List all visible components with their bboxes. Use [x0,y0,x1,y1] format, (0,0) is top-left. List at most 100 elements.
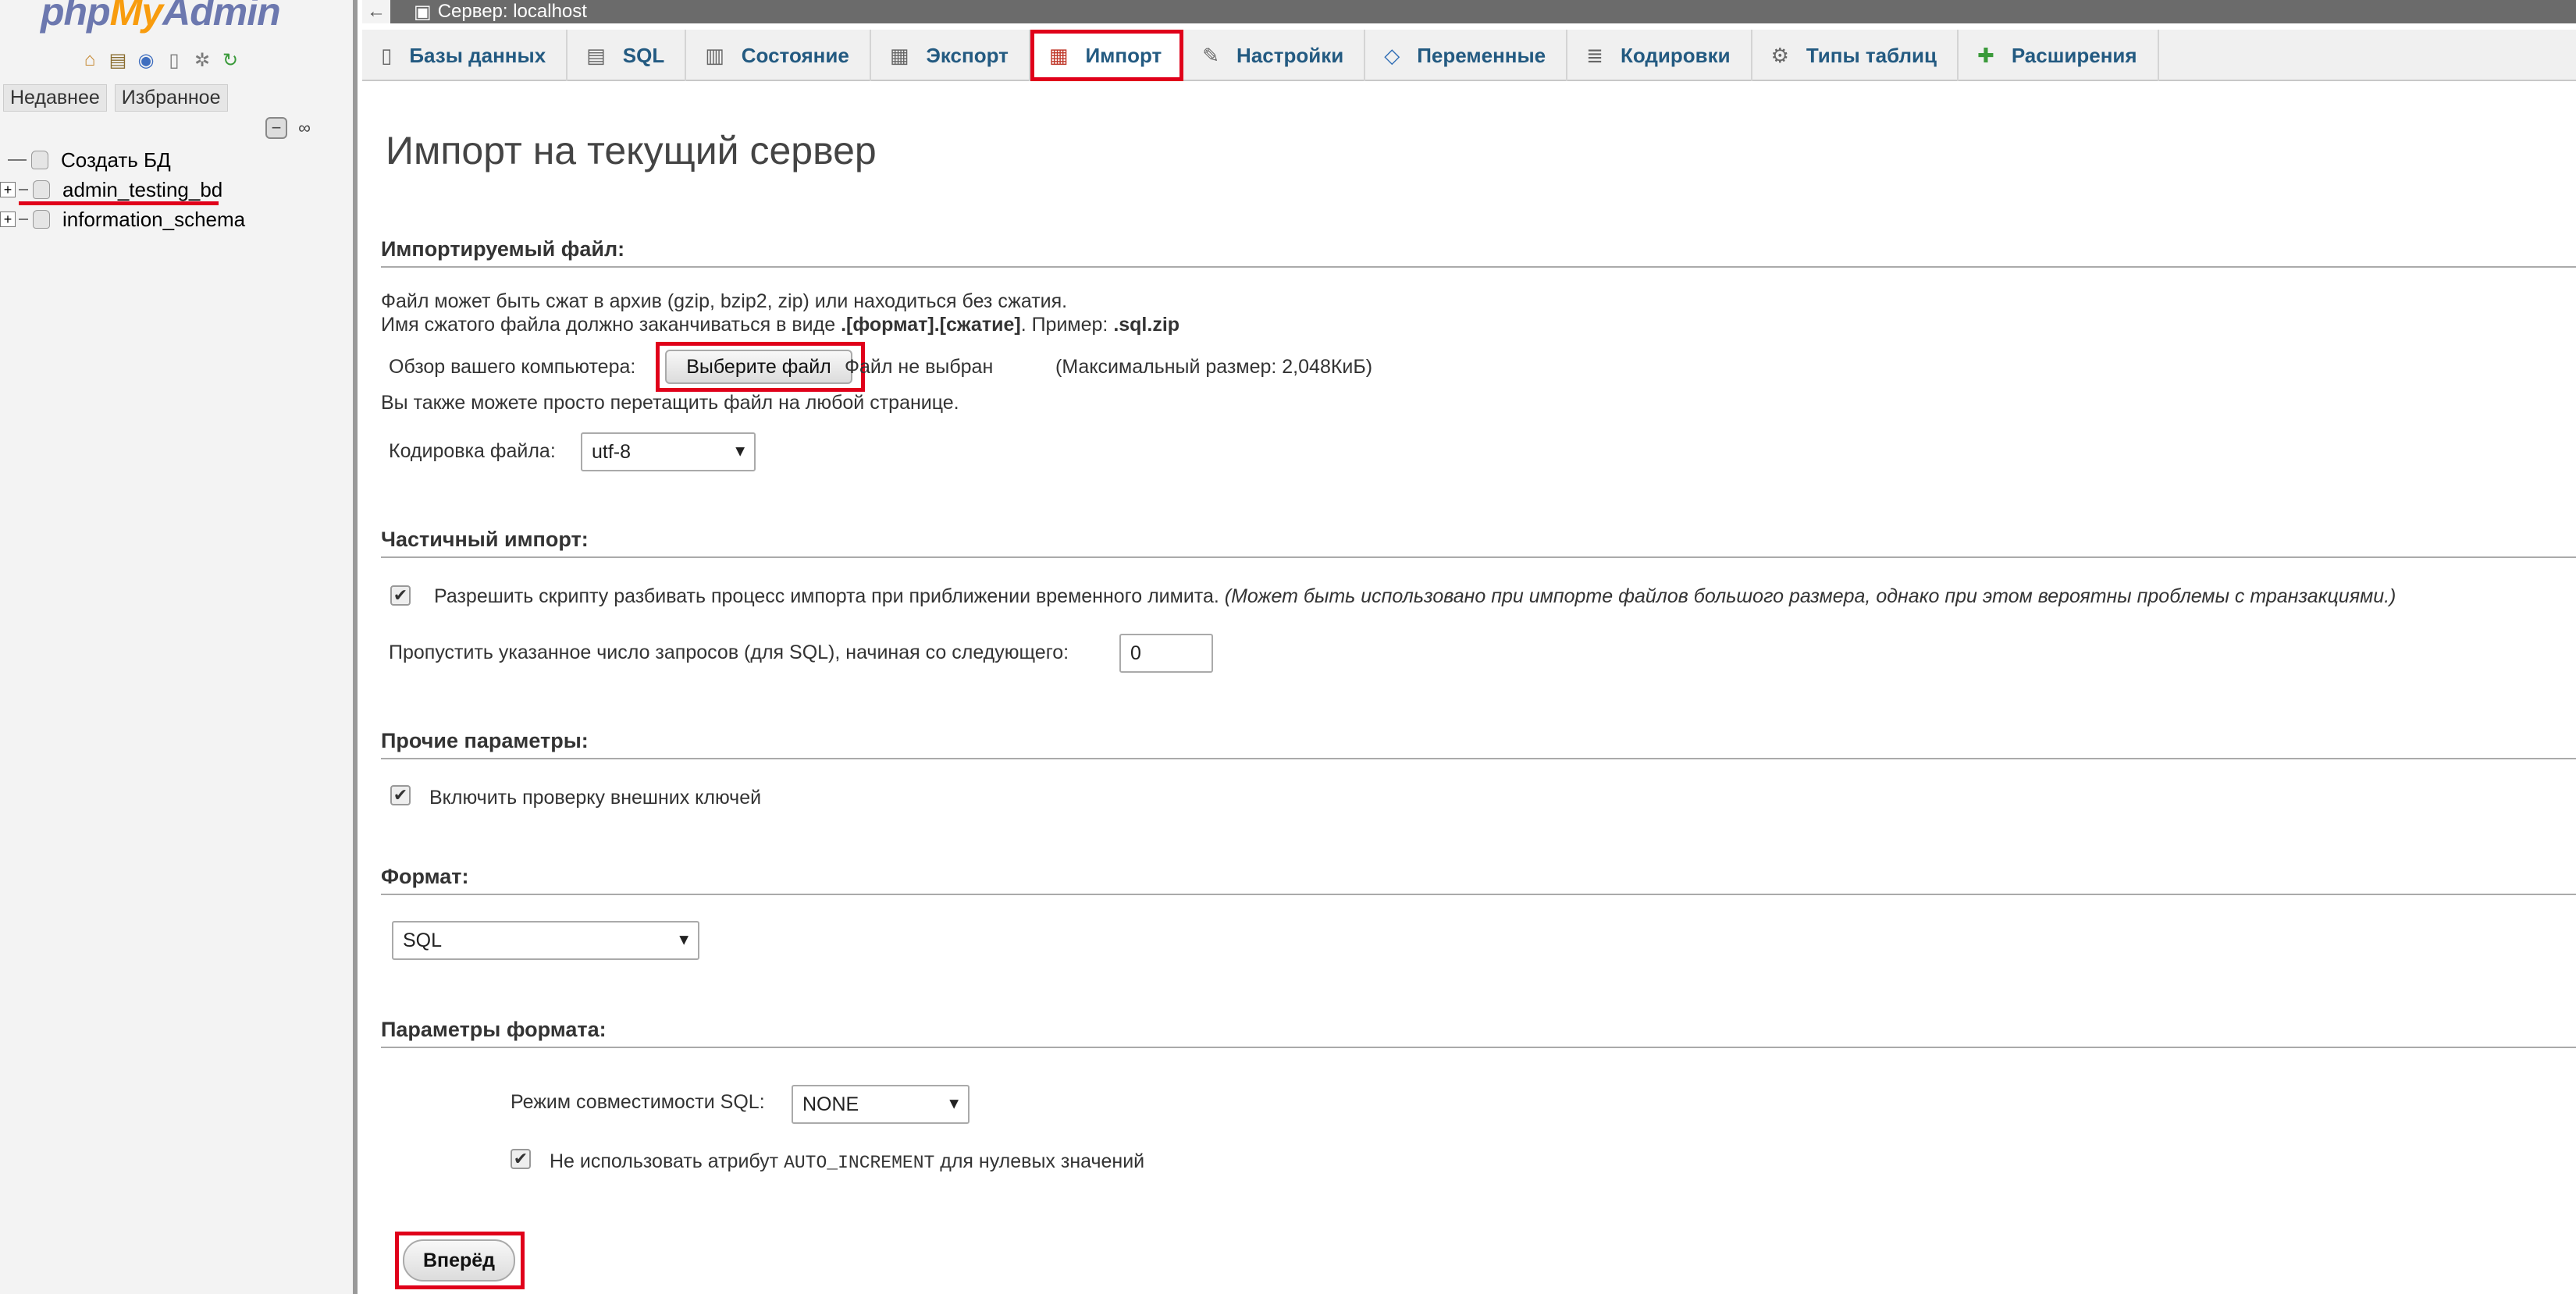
fk-checks-checkbox[interactable]: ✔ [390,785,411,805]
highlight-box [656,342,865,392]
hint-text: . Пример: [1020,314,1114,336]
collapse-all-icon[interactable]: − [265,117,287,139]
browse-label: Обзор вашего компьютера: [389,356,636,378]
format-selected-value: SQL [403,929,443,951]
reload-icon[interactable]: ↻ [219,48,242,72]
new-database-icon [31,151,48,169]
tab-label: Расширения [2011,43,2137,67]
sql-compat-label: Режим совместимости SQL: [511,1091,765,1113]
export-icon: ▦ [889,43,909,67]
tree-node-create-db[interactable]: Создать БД [0,145,245,175]
help-icon[interactable]: ◉ [134,48,158,72]
compression-hint: Файл может быть сжат в архив (gzip, bzip… [381,290,1068,312]
tab-import[interactable]: ▦ Импорт [1030,30,1184,81]
hint-text: Имя сжатого файла должно заканчиваться в… [381,314,841,336]
tab-charsets[interactable]: ≣ Кодировки [1567,30,1752,81]
compression-name-hint: Имя сжатого файла должно заканчиваться в… [381,314,1179,336]
charset-select[interactable]: utf-8 ▼ [581,432,756,471]
database-icon [33,210,50,229]
no-auto-value-on-zero-checkbox[interactable]: ✔ [511,1149,531,1169]
engines-icon: ⚙ [1770,43,1789,67]
tab-status[interactable]: ▥ Состояние [686,30,871,81]
navigation-panel: phpMyAdmin ⌂ ▤ ◉ ▯ ✲ ↻ Недавнее Избранно… [0,0,358,1294]
tab-databases[interactable]: ▯ Базы данных [362,30,568,81]
tab-engines[interactable]: ⚙ Типы таблиц [1752,30,1959,81]
breadcrumb-server[interactable]: ▣ Сервер: localhost [414,1,587,23]
expand-icon[interactable]: + [0,212,16,227]
section-other-options-title: Прочие параметры: [381,729,2576,759]
tree-branch-line [8,159,27,161]
charset-selected-value: utf-8 [592,440,632,463]
main-content: Импорт на текущий сервер Импортируемый ф… [362,81,2576,1294]
dropdown-arrow-icon: ▼ [676,931,692,949]
phpmyadmin-logo[interactable]: phpMyAdmin [41,0,281,34]
variables-icon: ◇ [1384,43,1400,67]
tree-controls: − ∞ [265,117,315,139]
auto-increment-code: AUTO_INCREMENT [784,1153,935,1173]
dropdown-arrow-icon: ▼ [946,1095,962,1113]
tree-node-label: admin_testing_bd [62,177,223,201]
tab-label: Экспорт [926,43,1009,67]
logo-my-text: My [109,0,163,34]
allow-interrupt-note: (Может быть использовано при импорте фай… [1224,585,2396,607]
allow-interrupt-checkbox[interactable]: ✔ [390,585,411,606]
tab-export[interactable]: ▦ Экспорт [871,30,1030,81]
format-select[interactable]: SQL ▼ [392,921,699,960]
sql-icon: ▤ [586,43,606,67]
databases-icon: ▯ [381,43,393,67]
server-breadcrumb-bar: ← ▣ Сервер: localhost [362,0,2576,23]
import-icon: ▦ [1048,43,1069,67]
tab-sql[interactable]: ▤ SQL [568,30,687,81]
tree-node-label: Создать БД [61,148,171,172]
sql-compat-select[interactable]: NONE ▼ [792,1085,970,1124]
tab-label: Переменные [1417,43,1546,67]
hint-example: .sql.zip [1113,314,1180,336]
docs-icon[interactable]: ▯ [162,48,186,72]
tab-variables[interactable]: ◇ Переменные [1365,30,1568,81]
tree-branch-line [19,189,28,190]
tab-label: Типы таблиц [1806,43,1937,67]
tree-node-label: information_schema [62,207,246,231]
tab-label: Настройки [1236,43,1344,67]
tree-node-information-schema[interactable]: + information_schema [0,204,245,234]
hint-format: .[формат].[сжатие] [841,314,1021,336]
label-text: Не использовать атрибут [550,1150,785,1172]
favorites-tab[interactable]: Избранное [114,84,228,112]
no-auto-value-on-zero-label: Не использовать атрибут AUTO_INCREMENT д… [550,1150,1144,1173]
tab-label: Кодировки [1620,43,1731,67]
tab-label: Состояние [741,43,849,67]
tab-settings[interactable]: ✎ Настройки [1183,30,1366,81]
recent-favorites-tabs: Недавнее Избранное [3,84,228,112]
tab-plugins[interactable]: ✚ Расширения [1959,30,2159,81]
nav-icon-bar: ⌂ ▤ ◉ ▯ ✲ ↻ [78,48,242,72]
drag-drop-hint: Вы также можете просто перетащить файл н… [381,392,959,414]
skip-queries-input[interactable]: 0 [1119,634,1213,673]
recent-tab[interactable]: Недавнее [3,84,107,112]
section-import-file-title: Импортируемый файл: [381,237,2576,268]
label-text: для нулевых значений [934,1150,1145,1172]
database-icon [33,180,50,199]
logo-admin-text: Admin [162,0,281,34]
section-format-title: Формат: [381,865,2576,895]
allow-interrupt-text: Разрешить скрипту разбивать процесс импо… [434,585,1219,607]
no-file-text: Файл не выбран [845,356,994,378]
status-icon: ▥ [705,43,724,67]
top-menu-tabs: ▯ Базы данных ▤ SQL ▥ Состояние ▦ Экспорт ▦ И… [362,30,2576,81]
highlight-box [395,1232,525,1289]
database-tree: Создать БД + admin_testing_bd + informat… [0,145,245,234]
section-partial-import-title: Частичный импорт: [381,528,2576,558]
logo-php-text: php [41,0,111,34]
max-size-text: (Максимальный размер: 2,048КиБ) [1055,356,1373,378]
home-icon[interactable]: ⌂ [78,48,101,72]
logout-icon[interactable]: ▤ [106,48,130,72]
page-title: Импорт на текущий сервер [386,129,877,172]
expand-icon[interactable]: + [0,182,16,197]
link-icon[interactable]: ∞ [294,117,315,139]
collapse-nav-button[interactable]: ← [362,0,390,23]
tab-label: Импорт [1085,43,1162,67]
fk-checks-label: Включить проверку внешних ключей [429,787,762,809]
wrench-icon: ✎ [1202,43,1220,67]
settings-icon[interactable]: ✲ [190,48,214,72]
skip-queries-label: Пропустить указанное число запросов (для… [389,642,1069,663]
tree-node-admin-testing-bd[interactable]: + admin_testing_bd [0,175,245,205]
